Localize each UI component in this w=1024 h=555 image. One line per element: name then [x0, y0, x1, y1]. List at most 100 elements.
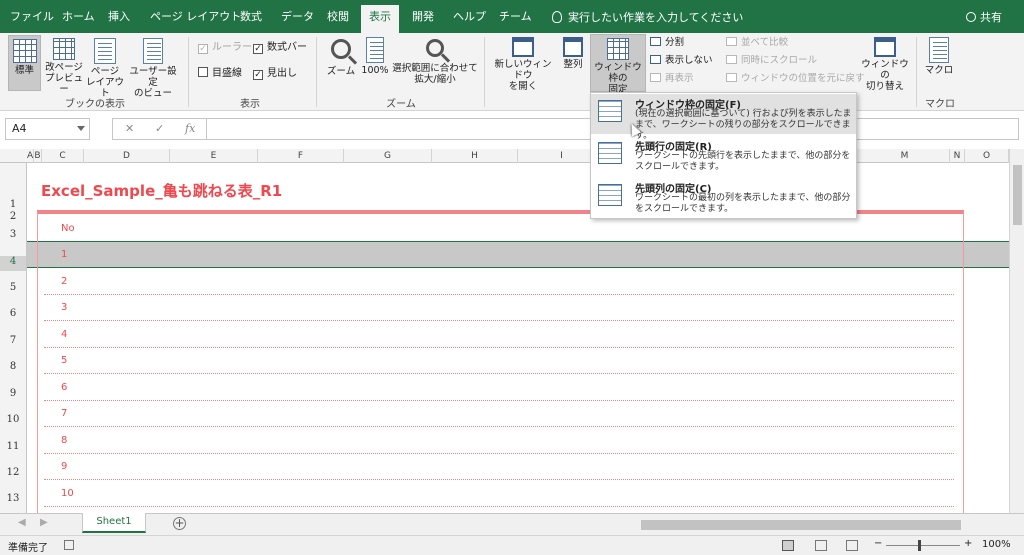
sync-scroll-icon — [726, 55, 737, 64]
row-header[interactable]: 6 — [0, 308, 26, 319]
zoom-100-label: 100% — [361, 65, 389, 76]
enter-icon[interactable]: ✓ — [155, 119, 164, 139]
cancel-icon[interactable]: ✕ — [125, 119, 134, 139]
page-break-label-2: プレビュー — [44, 73, 83, 95]
page-layout-view-icon[interactable] — [815, 540, 827, 551]
zoom-in-icon[interactable]: + — [964, 538, 972, 549]
normal-view-icon[interactable] — [782, 540, 794, 551]
row-header[interactable]: 3 — [0, 229, 26, 240]
tab-help[interactable]: ヘルプ — [453, 7, 486, 33]
menu-item-desc: ワークシートの先頭行を表示したままで、他の部分をスクロールできます。 — [635, 151, 851, 172]
tab-page-layout[interactable]: ページ レイアウト — [150, 7, 241, 33]
column-header-o[interactable]: O — [965, 149, 1009, 163]
scroll-thumb[interactable] — [641, 520, 961, 530]
column-header-b[interactable]: B — [34, 149, 42, 163]
vertical-scrollbar[interactable] — [1009, 149, 1024, 513]
column-header-n[interactable]: N — [950, 149, 965, 163]
tab-home[interactable]: ホーム — [62, 7, 95, 33]
gridlines-checkbox[interactable]: 目盛線 — [198, 67, 242, 80]
separator — [316, 37, 317, 107]
zoom-out-icon[interactable]: − — [874, 538, 882, 549]
row-header[interactable]: 9 — [0, 388, 26, 399]
row-header[interactable]: 11 — [0, 441, 26, 452]
unhide-button[interactable]: 再表示 — [650, 73, 694, 85]
group-label-zoom: ズーム — [386, 99, 416, 110]
sheet-tabs-bar: ◀ ▶ Sheet1 + — [0, 513, 1024, 535]
normal-view-button[interactable]: 標準 — [8, 35, 41, 91]
freeze-first-column-item[interactable]: 先頭列の固定(C) ワークシートの最初の列を表示したままで、他の部分をスクロール… — [591, 178, 856, 218]
insert-function-icon[interactable]: fx — [185, 119, 195, 139]
tab-insert[interactable]: 挿入 — [108, 7, 130, 33]
row-header[interactable]: 8 — [0, 361, 26, 372]
scroll-thumb[interactable] — [1013, 165, 1022, 225]
record-macro-icon[interactable] — [64, 540, 74, 550]
zoom-button[interactable]: ズーム — [324, 37, 358, 77]
tab-view[interactable]: 表示 — [361, 5, 399, 33]
sync-scroll-button[interactable]: 同時にスクロール — [726, 55, 817, 67]
zoom-slider-thumb[interactable] — [918, 540, 921, 551]
row-header[interactable]: 12 — [0, 467, 26, 478]
worksheet-grid[interactable]: Excel_Sample_亀も跳ねる表_R1 No 1 2 3 4 5 6 7 … — [27, 163, 1009, 513]
zoom-to-selection-button[interactable]: 選択範囲に合わせて 拡大/縮小 — [392, 37, 478, 85]
side-by-side-icon — [726, 37, 737, 46]
status-text: 準備完了 — [8, 543, 48, 554]
hide-icon — [650, 55, 661, 64]
headings-checkbox[interactable]: ✓ 見出し — [253, 67, 297, 80]
sheet-tab-sheet1[interactable]: Sheet1 — [82, 513, 146, 533]
sheet-title: Excel_Sample_亀も跳ねる表_R1 — [41, 182, 283, 200]
share-button[interactable]: 共有 — [966, 9, 1002, 25]
tab-file[interactable]: ファイル — [10, 7, 54, 33]
row-header[interactable]: 10 — [0, 414, 26, 425]
freeze-top-row-item[interactable]: 先頭行の固定(R) ワークシートの先頭行を表示したままで、他の部分をスクロールで… — [591, 136, 856, 176]
tab-developer[interactable]: 開発 — [412, 7, 434, 33]
page-break-view-icon[interactable] — [846, 540, 858, 551]
name-box[interactable]: A4 — [5, 118, 90, 140]
formula-bar: A4 ✕ ✓ fx — [0, 111, 1024, 149]
row-header[interactable]: 7 — [0, 335, 26, 346]
column-header-f[interactable]: F — [258, 149, 344, 163]
macros-button[interactable]: マクロ — [922, 37, 956, 76]
page-layout-button[interactable]: ページ レイアウト — [86, 38, 124, 99]
reset-window-position-button[interactable]: ウィンドウの位置を元に戻す — [726, 73, 865, 85]
tab-review[interactable]: 校閲 — [327, 7, 349, 33]
page-break-preview-button[interactable]: 改ページ プレビュー — [44, 38, 84, 95]
zoom-slider[interactable] — [886, 545, 960, 546]
scroll-right-icon[interactable]: ▶ — [40, 517, 48, 528]
side-by-side-button[interactable]: 並べて比較 — [726, 37, 788, 49]
arrange-all-button[interactable]: 整列 — [558, 37, 588, 70]
row-header[interactable]: 2 — [0, 211, 26, 222]
zoom-100-button[interactable]: 100% — [360, 37, 390, 76]
custom-views-button[interactable]: ユーザー設定 のビュー — [125, 38, 181, 99]
column-header-a[interactable]: A — [27, 149, 34, 163]
zoom-level[interactable]: 100% — [982, 539, 1011, 550]
tab-data[interactable]: データ — [281, 7, 314, 33]
hide-button[interactable]: 表示しない — [650, 55, 713, 67]
column-header-h[interactable]: H — [432, 149, 518, 163]
column-header-c[interactable]: C — [42, 149, 84, 163]
table-row: 4 — [44, 329, 954, 348]
freeze-panes-button[interactable]: ウィンドウ枠の 固定 — [590, 34, 646, 95]
column-header-m[interactable]: M — [860, 149, 950, 163]
switch-label-1: ウィンドウの — [861, 59, 909, 81]
tab-formulas[interactable]: 数式 — [240, 7, 262, 33]
formula-bar-checkbox[interactable]: ✓ 数式バー — [253, 41, 307, 54]
tell-me-box[interactable]: 実行したい作業を入力してください — [552, 9, 743, 25]
split-button[interactable]: 分割 — [650, 37, 684, 49]
row-header[interactable]: 13 — [0, 493, 26, 504]
new-window-button[interactable]: 新しいウィンドウ を開く — [490, 37, 556, 92]
tab-team[interactable]: チーム — [499, 7, 532, 33]
switch-windows-button[interactable]: ウィンドウの 切り替え — [858, 37, 912, 92]
add-sheet-icon[interactable]: + — [173, 517, 186, 530]
ruler-checkbox[interactable]: ✓ ルーラー — [198, 41, 252, 54]
separator — [916, 37, 917, 107]
column-header-e[interactable]: E — [170, 149, 258, 163]
row-header[interactable]: 1 — [0, 199, 26, 210]
row-header[interactable]: 5 — [0, 282, 26, 293]
chevron-down-icon — [77, 126, 85, 131]
scroll-left-icon[interactable]: ◀ — [18, 517, 26, 528]
horizontal-scrollbar[interactable] — [627, 519, 1010, 531]
column-header-d[interactable]: D — [84, 149, 170, 163]
custom-view-label-1: ユーザー設定 — [129, 66, 177, 88]
column-header-g[interactable]: G — [344, 149, 432, 163]
row-header-selected[interactable]: 4 — [0, 256, 26, 271]
